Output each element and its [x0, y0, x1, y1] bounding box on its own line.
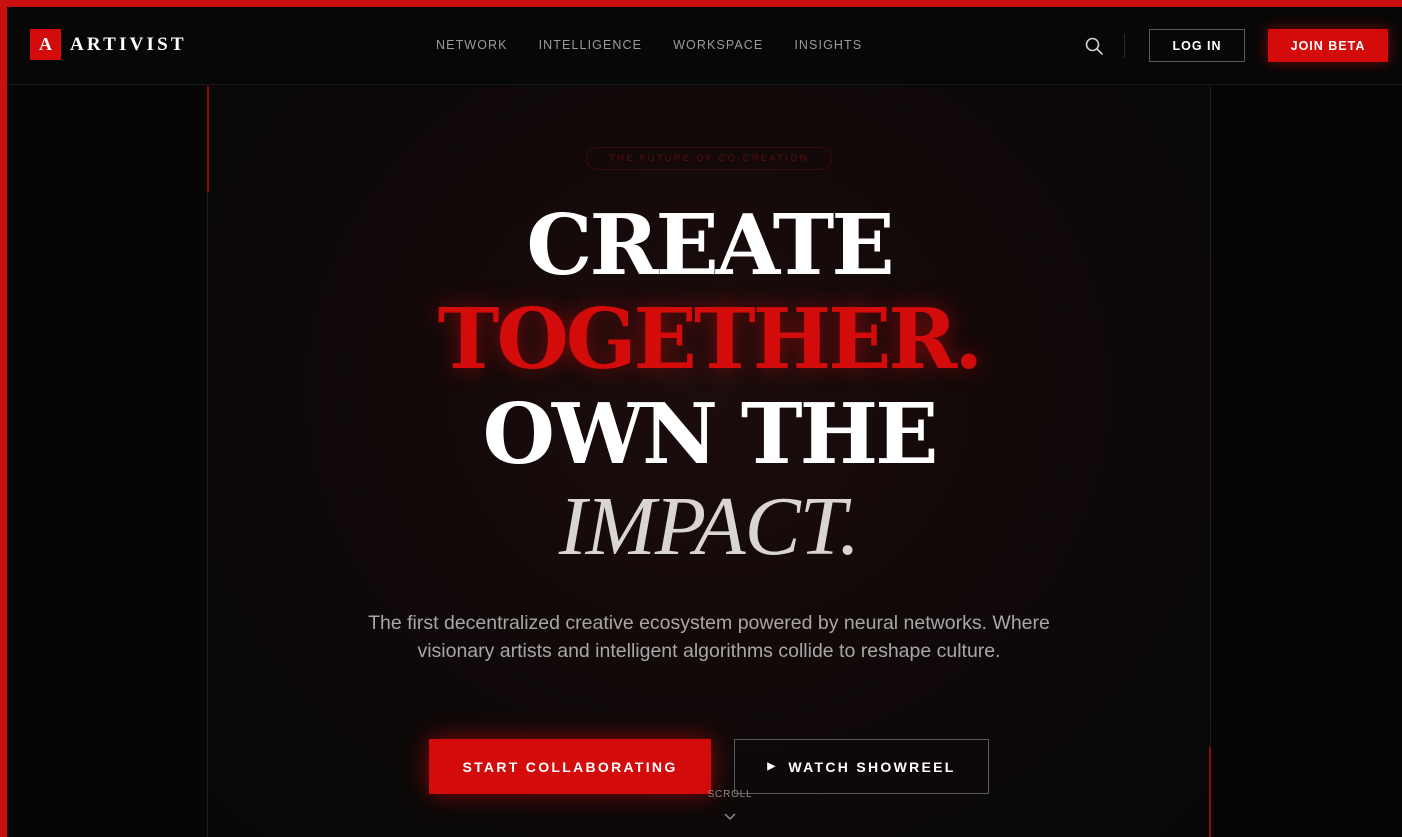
- nav-link-network[interactable]: NETWORK: [436, 38, 508, 52]
- page-frame: A ARTIVIST NETWORK INTELLIGENCE WORKSPAC…: [7, 7, 1402, 837]
- scroll-indicator-label[interactable]: SCROLL: [700, 789, 760, 800]
- watch-showreel-button[interactable]: ▶ WATCH SHOWREEL: [734, 739, 989, 794]
- headline-line-together: TOGETHER.: [437, 290, 984, 388]
- headline-line-impact: IMPACT.: [558, 480, 860, 573]
- headline-line-own-the: OWN THE: [482, 385, 939, 483]
- nav-link-intelligence[interactable]: INTELLIGENCE: [539, 38, 643, 52]
- nav-divider: [1124, 34, 1125, 58]
- nav-link-insights[interactable]: INSIGHTS: [794, 38, 862, 52]
- search-icon[interactable]: [1083, 35, 1105, 57]
- logo-wordmark: ARTIVIST: [70, 33, 187, 55]
- brand-logo[interactable]: A ARTIVIST: [30, 29, 187, 60]
- primary-nav: NETWORK INTELLIGENCE WORKSPACE INSIGHTS: [436, 38, 893, 52]
- logo-mark: A: [30, 29, 61, 60]
- headline-line-create: CREATE: [526, 196, 894, 294]
- chevron-down-icon[interactable]: [723, 810, 737, 824]
- top-navbar: A ARTIVIST NETWORK INTELLIGENCE WORKSPAC…: [7, 7, 1402, 85]
- hero-eyebrow-badge: THE FUTURE OF CO-CREATION: [586, 147, 832, 170]
- hero-subtitle: The first decentralized creative ecosyst…: [368, 612, 1050, 662]
- hero-accent-line-left: [207, 86, 209, 192]
- play-icon: ▶: [767, 761, 778, 772]
- start-collaborating-button[interactable]: START COLLABORATING: [429, 739, 711, 794]
- watch-showreel-label: WATCH SHOWREEL: [788, 758, 956, 775]
- nav-link-workspace[interactable]: WORKSPACE: [673, 38, 763, 52]
- join-beta-button[interactable]: JOIN BETA: [1268, 29, 1388, 62]
- login-button[interactable]: LOG IN: [1149, 29, 1245, 62]
- hero-accent-line-right: [1209, 747, 1211, 837]
